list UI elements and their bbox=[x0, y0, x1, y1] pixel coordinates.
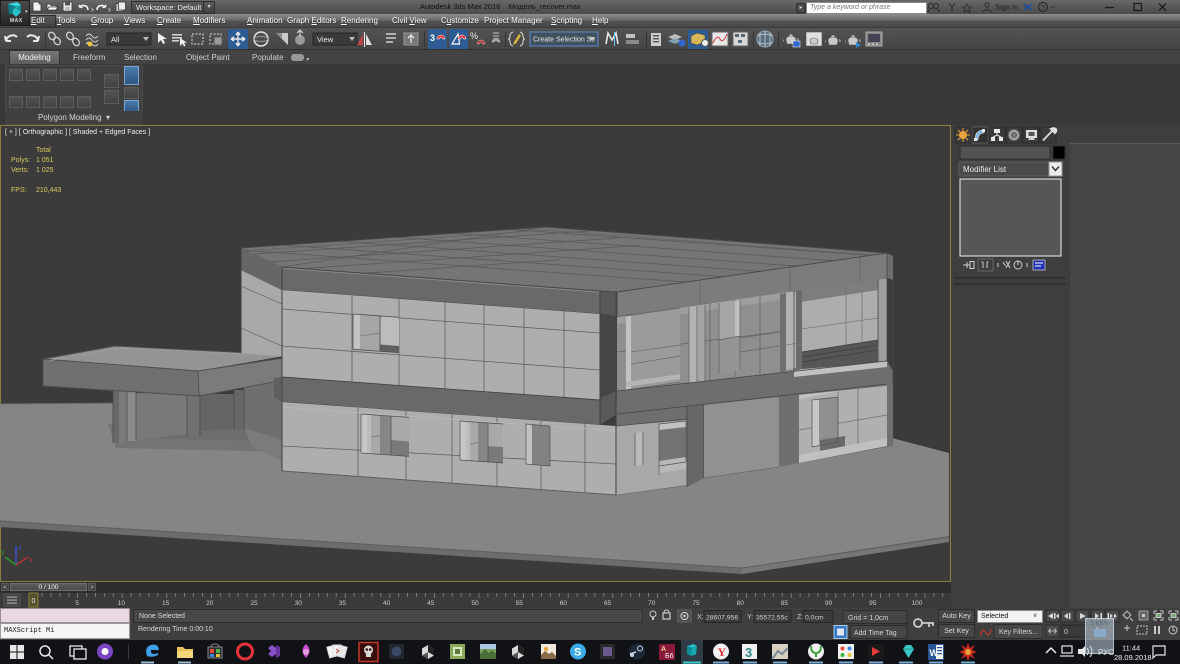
svg-text:View: View bbox=[317, 35, 334, 44]
svg-text:15: 15 bbox=[162, 600, 170, 607]
svg-text:40: 40 bbox=[383, 600, 391, 607]
svg-text:S: S bbox=[574, 647, 581, 659]
svg-text:30: 30 bbox=[295, 600, 303, 607]
svg-text:80: 80 bbox=[737, 600, 745, 607]
svg-text:3: 3 bbox=[745, 645, 752, 660]
svg-text:10: 10 bbox=[118, 600, 126, 607]
svg-text:0: 0 bbox=[1064, 629, 1068, 636]
svg-text:60: 60 bbox=[560, 600, 568, 607]
svg-text:85: 85 bbox=[781, 600, 789, 607]
svg-text:65: 65 bbox=[604, 600, 612, 607]
svg-text:Z:: Z: bbox=[797, 614, 803, 621]
svg-text:35: 35 bbox=[339, 600, 347, 607]
svg-text:25: 25 bbox=[250, 600, 258, 607]
svg-text:X:: X: bbox=[697, 614, 704, 621]
svg-text:Key Filters...: Key Filters... bbox=[999, 629, 1038, 636]
svg-text:Sign In: Sign In bbox=[995, 3, 1018, 12]
svg-text:45: 45 bbox=[427, 600, 435, 607]
svg-text:x: x bbox=[29, 557, 33, 564]
svg-text:50: 50 bbox=[471, 600, 479, 607]
svg-text:28.09.2018: 28.09.2018 bbox=[1114, 653, 1152, 662]
svg-text:35572,55c: 35572,55c bbox=[756, 615, 788, 622]
svg-text:70: 70 bbox=[648, 600, 656, 607]
svg-text:100: 100 bbox=[912, 600, 923, 607]
svg-text:Create Selection Se: Create Selection Se bbox=[533, 37, 595, 44]
svg-text:Add Time Tag: Add Time Tag bbox=[854, 630, 897, 637]
svg-text:0,0cm: 0,0cm bbox=[805, 615, 824, 622]
svg-text:?: ? bbox=[1041, 5, 1045, 12]
svg-text:5: 5 bbox=[75, 600, 79, 607]
svg-text:3: 3 bbox=[430, 33, 435, 43]
svg-text:20: 20 bbox=[206, 600, 214, 607]
svg-text:y: y bbox=[1, 549, 5, 556]
svg-text:All: All bbox=[111, 35, 120, 44]
svg-text:75: 75 bbox=[692, 600, 700, 607]
svg-text:Modifier List: Modifier List bbox=[963, 165, 1007, 174]
svg-text:28607,956: 28607,956 bbox=[706, 615, 738, 622]
svg-text:55: 55 bbox=[516, 600, 524, 607]
svg-text:Y: Y bbox=[718, 645, 727, 659]
svg-text:11:44: 11:44 bbox=[1122, 644, 1140, 653]
svg-text:95: 95 bbox=[869, 600, 877, 607]
svg-text:Y:: Y: bbox=[747, 614, 753, 621]
svg-text:Grid = 1,0cm: Grid = 1,0cm bbox=[848, 615, 888, 622]
svg-text:Б6: Б6 bbox=[665, 653, 674, 660]
svg-text:z: z bbox=[18, 545, 22, 552]
svg-text:%: % bbox=[470, 31, 478, 41]
svg-text:А: А bbox=[661, 646, 666, 653]
svg-text:90: 90 bbox=[825, 600, 833, 607]
